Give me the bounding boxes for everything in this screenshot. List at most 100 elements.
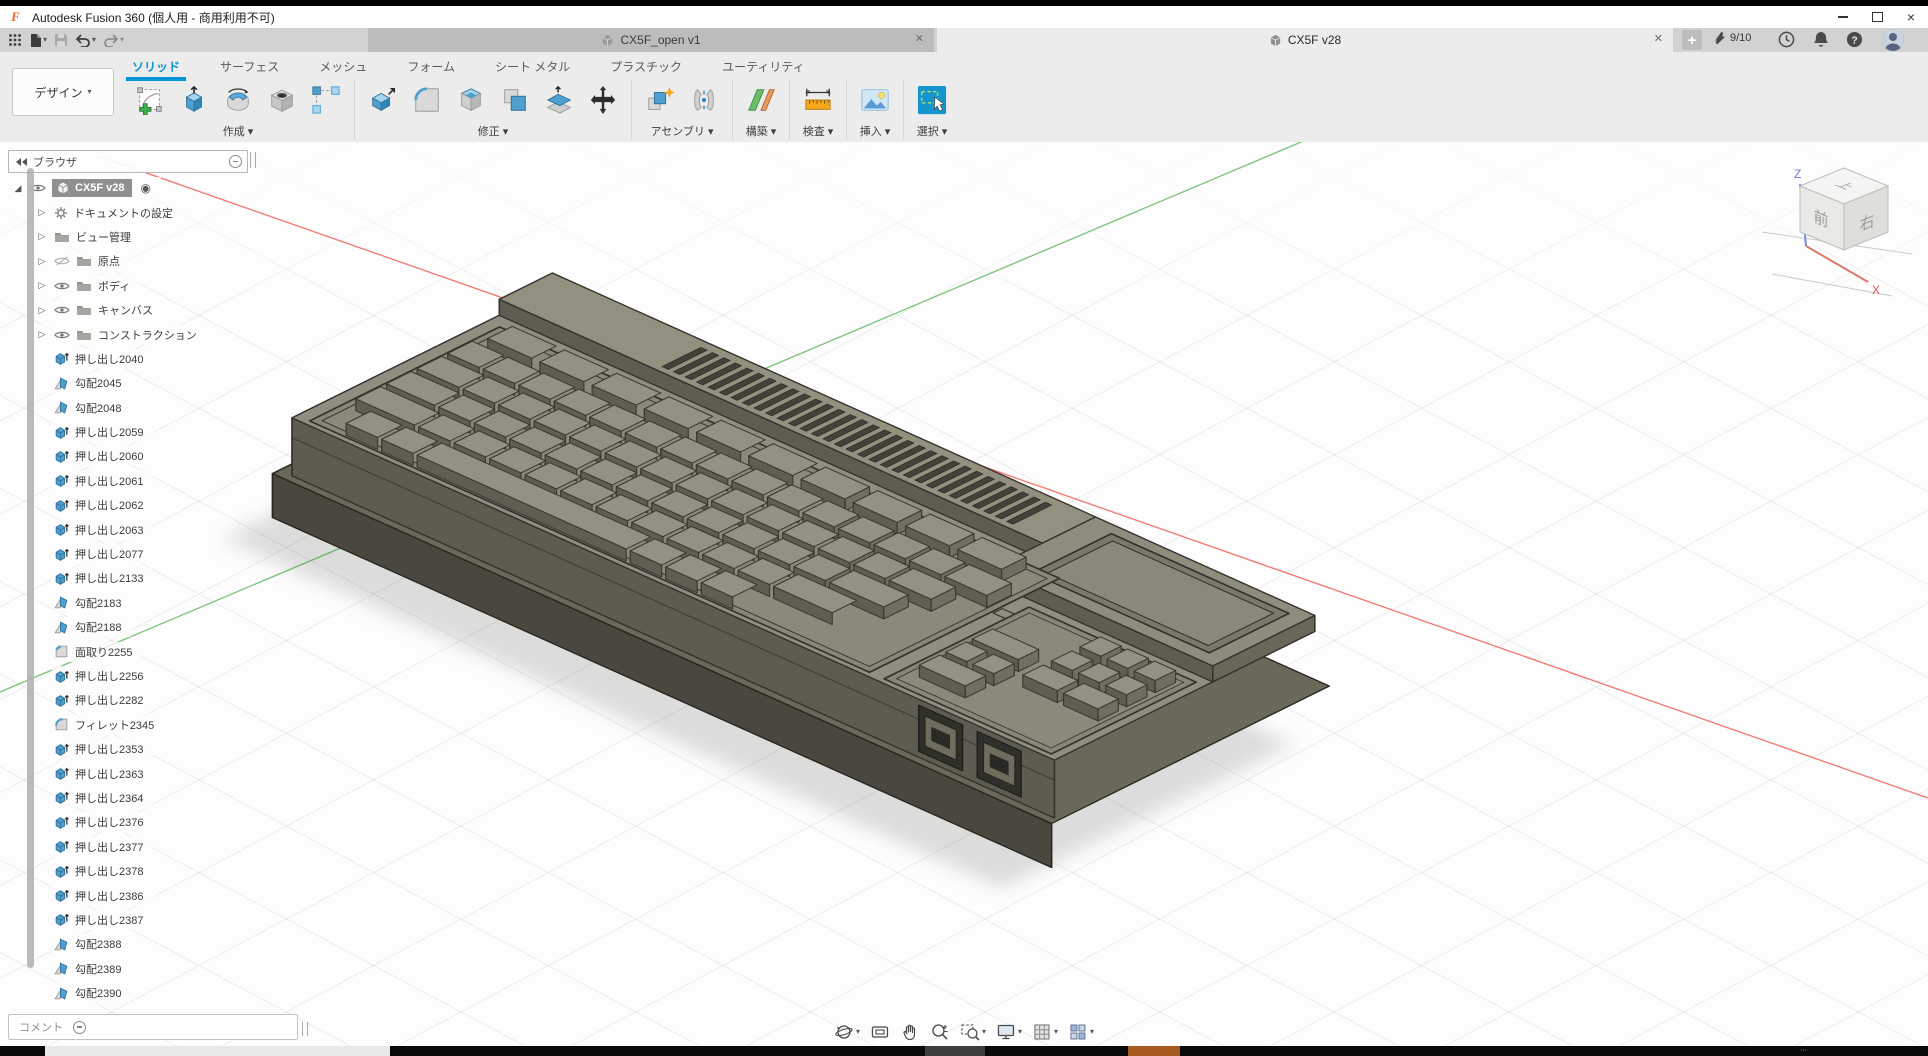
browser-feature-item[interactable]: 押し出し2386 [10, 883, 207, 907]
browser-node-6[interactable]: ▷コンストラクション [10, 322, 207, 346]
expand-arrow-icon[interactable]: ▷ [36, 231, 48, 242]
ribbon-group-label[interactable]: 検査 ▾ [803, 123, 834, 139]
browser-feature-item[interactable]: 勾配2188 [10, 615, 207, 639]
notifications-button[interactable] [1813, 31, 1829, 48]
browser-feature-item[interactable]: 押し出し2063 [10, 517, 207, 541]
workspace-tab-5[interactable]: シート メタル [493, 54, 572, 78]
workspace-tab-3[interactable]: メッシュ [317, 54, 369, 78]
workspace-tab-4[interactable]: フォーム [405, 54, 457, 78]
browser-node-2[interactable]: ▷ビュー管理 [10, 225, 207, 249]
maximize-button[interactable] [1860, 6, 1894, 28]
pan-button[interactable] [900, 1022, 920, 1042]
document-tab-inactive[interactable]: CX5F_open v1 ✕ [368, 28, 934, 52]
close-button[interactable]: × [1894, 6, 1928, 28]
browser-feature-item[interactable]: 押し出し2282 [10, 688, 207, 712]
browser-node-1[interactable]: ▷ドキュメントの設定 [10, 200, 207, 224]
expand-arrow-icon[interactable]: ▷ [36, 305, 48, 316]
browser-feature-item[interactable]: 押し出し2256 [10, 664, 207, 688]
browser-panel-header[interactable]: ブラウザ [8, 150, 248, 173]
expand-arrow-icon[interactable]: ▷ [36, 329, 48, 340]
extrude-button[interactable] [176, 81, 212, 119]
browser-feature-item[interactable]: 押し出し2376 [10, 810, 207, 834]
insert-button[interactable] [857, 81, 893, 119]
workspace-tab-7[interactable]: ユーティリティ [720, 54, 807, 78]
workspace-tab-6[interactable]: プラスチック [608, 54, 684, 78]
comment-resize-grip[interactable] [302, 1022, 308, 1036]
viewcube-cube[interactable]: 上 前 右 [1800, 168, 1888, 250]
undo-button[interactable]: ▾ [75, 34, 96, 47]
file-menu-button[interactable]: ▾ [29, 33, 47, 48]
move-copy-button[interactable] [585, 81, 621, 119]
browser-feature-item[interactable]: 押し出し2387 [10, 908, 207, 932]
select-button[interactable] [914, 81, 950, 119]
shell-button[interactable] [453, 81, 489, 119]
look-at-button[interactable] [870, 1022, 890, 1042]
viewport-canvas[interactable]: ブラウザ ◢ CX5F v28 ◉ ▷ドキュメントの設定▷ビュー管理▷原点▷ボディ▷キ… [0, 142, 1928, 1046]
browser-feature-item[interactable]: 押し出し2061 [10, 469, 207, 493]
ribbon-group-label[interactable]: 構築 ▾ [746, 123, 777, 139]
collapse-arrow-icon[interactable]: ◢ [12, 183, 24, 194]
measure-button[interactable] [800, 81, 836, 119]
save-button[interactable] [54, 33, 68, 47]
browser-feature-item[interactable]: 勾配2045 [10, 371, 207, 395]
pattern-button[interactable] [308, 81, 344, 119]
browser-feature-item[interactable]: 押し出し2133 [10, 566, 207, 590]
collapse-panel-icon[interactable] [16, 158, 27, 166]
redo-button[interactable]: ▾ [103, 34, 124, 47]
offset-face-button[interactable] [541, 81, 577, 119]
browser-node-3[interactable]: ▷原点 [10, 249, 207, 273]
minimize-button[interactable] [1826, 6, 1860, 28]
revolve-button[interactable] [220, 81, 256, 119]
new-component-button[interactable] [642, 81, 678, 119]
browser-node-5[interactable]: ▷キャンバス [10, 298, 207, 322]
browser-feature-item[interactable]: 勾配2389 [10, 957, 207, 981]
panel-display-settings-icon[interactable] [229, 155, 242, 168]
browser-feature-item[interactable]: 面取り2255 [10, 639, 207, 663]
browser-feature-item[interactable]: 押し出し2059 [10, 420, 207, 444]
comment-settings-icon[interactable] [73, 1021, 86, 1034]
press-pull-button[interactable] [365, 81, 401, 119]
browser-node-4[interactable]: ▷ボディ [10, 274, 207, 298]
browser-feature-item[interactable]: 押し出し2353 [10, 737, 207, 761]
construction-plane-button[interactable] [743, 81, 779, 119]
combine-button[interactable] [497, 81, 533, 119]
browser-feature-item[interactable]: 勾配2048 [10, 396, 207, 420]
browser-feature-item[interactable]: 押し出し2377 [10, 835, 207, 859]
new-tab-button[interactable]: + [1682, 30, 1702, 50]
browser-feature-item[interactable]: 勾配2390 [10, 981, 207, 1005]
orbit-button[interactable]: ▾ [834, 1022, 860, 1042]
zoom-window-button[interactable]: ▾ [960, 1022, 986, 1042]
workspace-tab-1[interactable]: ソリッド [130, 54, 182, 78]
job-status-button[interactable]: 9/10 [1712, 30, 1751, 45]
browser-feature-item[interactable]: 押し出し2062 [10, 493, 207, 517]
browser-feature-item[interactable]: 押し出し2040 [10, 347, 207, 371]
browser-feature-item[interactable]: 押し出し2378 [10, 859, 207, 883]
display-settings-button[interactable]: ▾ [996, 1022, 1022, 1042]
ribbon-group-label[interactable]: 挿入 ▾ [860, 123, 891, 139]
grid-settings-button[interactable]: ▾ [1032, 1022, 1058, 1042]
fillet-button[interactable] [409, 81, 445, 119]
account-avatar[interactable] [1882, 29, 1904, 51]
zoom-button[interactable] [930, 1022, 950, 1042]
workspace-tab-2[interactable]: サーフェス [218, 54, 281, 78]
create-sketch-button[interactable] [132, 81, 168, 119]
browser-scrollbar[interactable] [27, 168, 34, 968]
viewports-button[interactable]: ▾ [1068, 1022, 1094, 1042]
browser-feature-item[interactable]: 勾配2388 [10, 932, 207, 956]
browser-feature-item[interactable]: 勾配2183 [10, 591, 207, 615]
expand-arrow-icon[interactable]: ▷ [36, 207, 48, 218]
ribbon-group-label[interactable]: 修正 ▾ [478, 123, 509, 139]
browser-root-row[interactable]: ◢ CX5F v28 ◉ [10, 176, 207, 200]
browser-feature-item[interactable]: 押し出し2077 [10, 542, 207, 566]
hole-button[interactable] [264, 81, 300, 119]
browser-feature-item[interactable]: フィレット2345 [10, 713, 207, 737]
panel-resize-grip[interactable] [250, 152, 256, 168]
help-button[interactable]: ? [1846, 31, 1863, 48]
activate-component-radio[interactable]: ◉ [141, 181, 151, 195]
ribbon-group-label[interactable]: 選択 ▾ [917, 123, 948, 139]
tab-close-icon[interactable]: ✕ [1654, 32, 1663, 45]
comment-input[interactable]: コメント [8, 1014, 298, 1040]
browser-feature-item[interactable]: 押し出し2363 [10, 761, 207, 785]
app-menu-button[interactable] [8, 33, 22, 47]
root-component-selected[interactable]: CX5F v28 [52, 179, 132, 197]
